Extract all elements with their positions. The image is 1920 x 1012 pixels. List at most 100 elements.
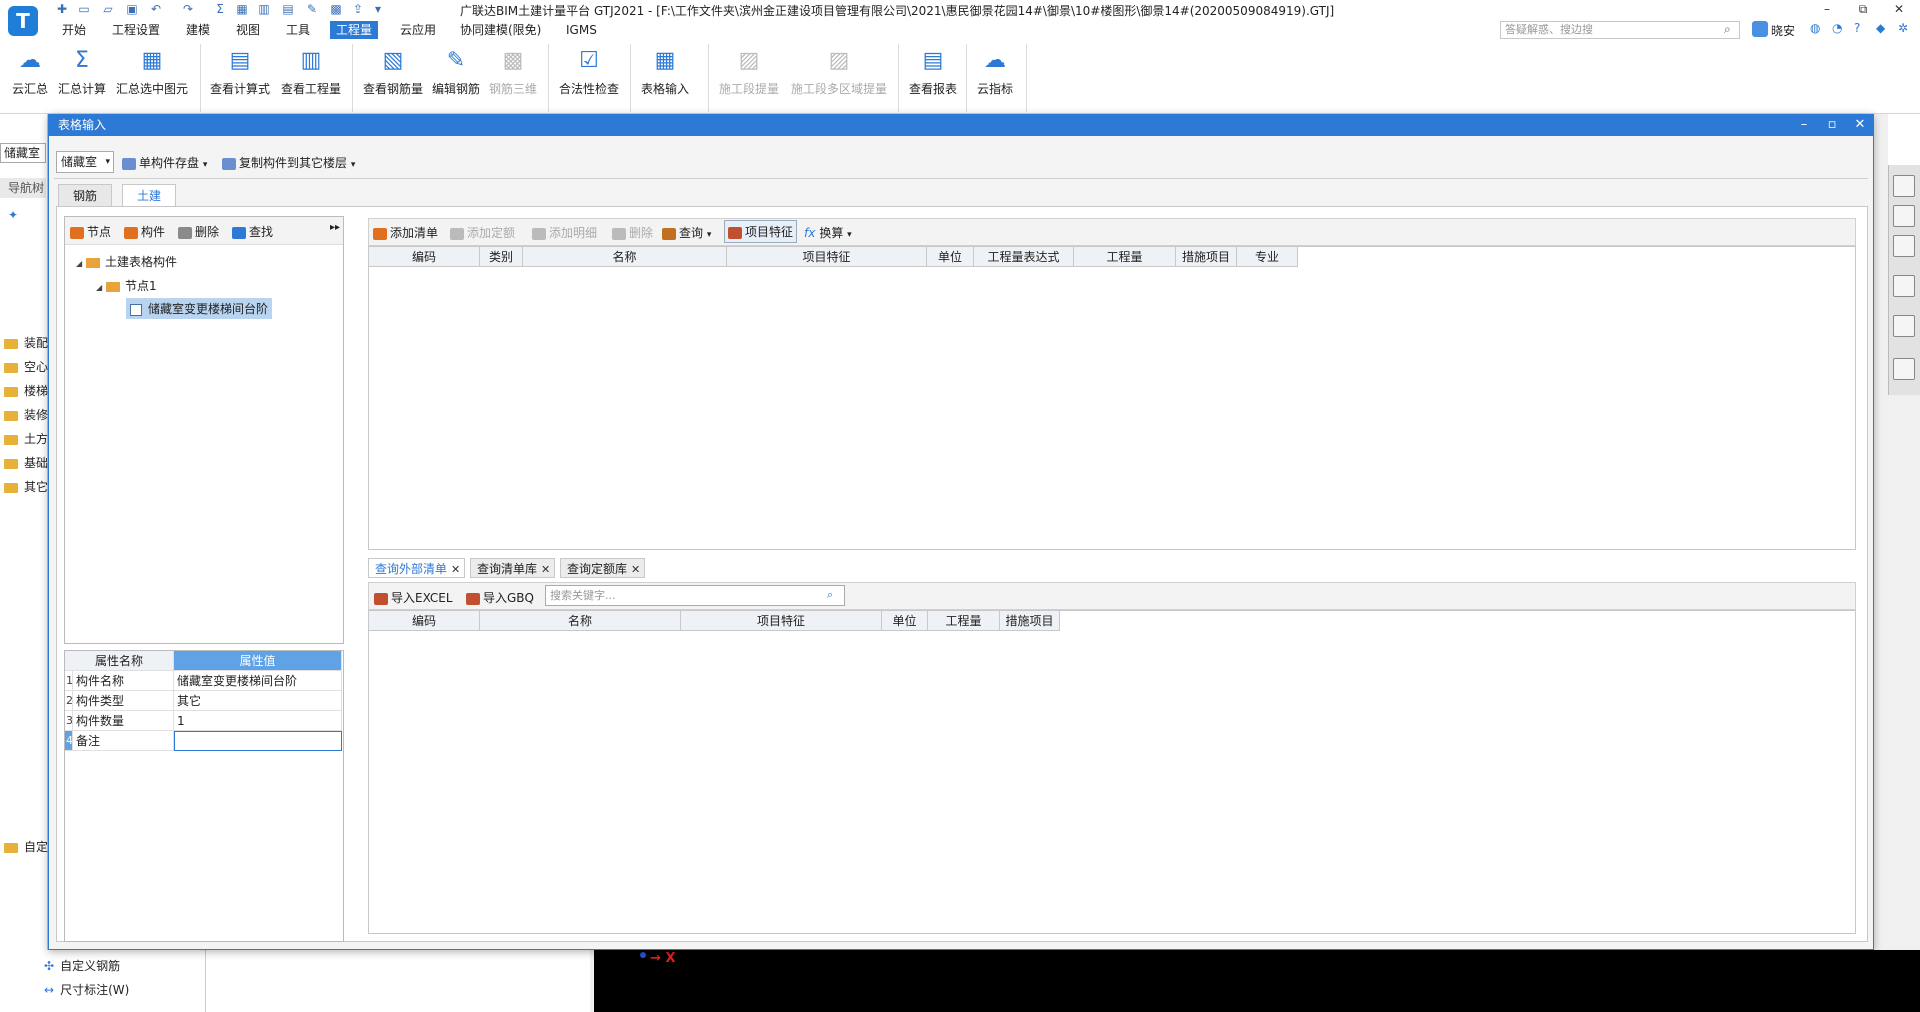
tab-external-list[interactable]: 查询外部清单 ✕ (368, 558, 466, 578)
add-detail-button[interactable]: 添加明细 (532, 224, 597, 241)
search-icon[interactable]: ⌕ (827, 588, 833, 602)
column-header[interactable]: 工程量 (928, 611, 1000, 631)
category-other[interactable]: 其它 (4, 478, 48, 495)
view-orbit-icon[interactable] (1893, 175, 1915, 197)
menu-project-settings[interactable]: 工程设置 (106, 21, 166, 39)
edit-icon[interactable]: ✎ (304, 2, 320, 16)
column-header[interactable]: 措施项目 (1000, 611, 1060, 631)
floor-selector[interactable]: 储藏室 (0, 143, 46, 163)
dialog-floor-select[interactable]: 储藏室 ▾ (56, 151, 114, 173)
pin-icon[interactable]: ✦ (8, 208, 18, 222)
column-header[interactable]: 编码 (369, 247, 480, 267)
column-header[interactable]: 类别 (480, 247, 523, 267)
minimize-button[interactable]: – (1812, 0, 1842, 20)
column-header[interactable]: 名称 (523, 247, 727, 267)
quick-access-dropdown-icon[interactable]: ▾ (370, 2, 386, 16)
column-header[interactable]: 专业 (1237, 247, 1298, 267)
category-custom[interactable]: 自定 (4, 838, 48, 855)
add-component-button[interactable]: 构件 (124, 223, 165, 240)
global-search-input[interactable]: 答疑解惑、搜边搜 (1500, 21, 1740, 39)
export-icon[interactable]: ⇪ (350, 2, 366, 16)
tab-quota-library[interactable]: 查询定额库 ✕ (560, 558, 646, 578)
custom-rebar-item[interactable]: ✣ 自定义钢筋 (44, 957, 120, 974)
new-file-icon[interactable]: ✚ (54, 2, 70, 16)
view-formula-button[interactable]: ▤ 查看计算式 (208, 46, 272, 97)
copy-to-floor-button[interactable]: 复制构件到其它楼层 ▾ (222, 154, 355, 171)
tab-list-library[interactable]: 查询清单库 ✕ (470, 558, 556, 578)
prop-value[interactable]: 1 (174, 711, 342, 731)
menu-collab-modeling[interactable]: 协同建模(限免) (454, 21, 547, 39)
prop-value[interactable]: 其它 (174, 691, 342, 711)
delete-button[interactable]: 删除 (178, 223, 219, 240)
open-folder-icon[interactable]: ▱ (100, 2, 116, 16)
tree-root[interactable]: ◢ 土建表格构件 (76, 253, 177, 270)
chat-icon[interactable]: ◍ (1810, 21, 1820, 35)
project-feature-button[interactable]: 项目特征 (724, 220, 798, 243)
tab-rebar[interactable]: 钢筋 (58, 184, 113, 206)
column-header[interactable]: 编码 (369, 611, 480, 631)
table-input-button[interactable]: ▦ 表格输入 (638, 46, 692, 97)
close-tab-icon[interactable]: ✕ (451, 563, 460, 576)
user-avatar[interactable] (1752, 21, 1768, 37)
query-button[interactable]: 查询 ▾ (662, 224, 711, 241)
summary-calc-button[interactable]: Σ 汇总计算 (56, 46, 108, 97)
view-quantity-button[interactable]: ▥ 查看工程量 (278, 46, 344, 97)
view-report-button[interactable]: ▤ 查看报表 (906, 46, 960, 97)
view-3d-icon[interactable] (1893, 235, 1915, 257)
close-button[interactable]: ✕ (1884, 0, 1914, 20)
dialog-close-button[interactable]: ✕ (1848, 114, 1872, 136)
delete-list-button[interactable]: 删除 (612, 224, 653, 241)
menu-tools[interactable]: 工具 (280, 21, 316, 39)
remarks-input[interactable] (174, 731, 342, 751)
column-header[interactable]: 名称 (480, 611, 681, 631)
column-header[interactable]: 工程量 (1074, 247, 1176, 267)
view-cube-icon[interactable] (1893, 275, 1915, 297)
headset-icon[interactable]: ◔ (1832, 21, 1842, 35)
nav-tree-tab[interactable]: 导航树 (0, 178, 46, 198)
expand-panel-icon[interactable]: ▸▸ (330, 222, 340, 233)
add-list-button[interactable]: 添加清单 (373, 224, 438, 241)
redo-icon[interactable]: ↷ (180, 2, 196, 16)
summary-selected-button[interactable]: ▦ 汇总选中图元 (114, 46, 190, 97)
edit-rebar-button[interactable]: ✎ 编辑钢筋 (430, 46, 482, 97)
find-button[interactable]: 查找 (232, 223, 273, 240)
convert-button[interactable]: fx 换算 ▾ (804, 224, 852, 241)
sum-icon[interactable]: Σ (212, 2, 228, 16)
category-hollow[interactable]: 空心 (4, 358, 48, 375)
new-doc-icon[interactable]: ▭ (76, 2, 92, 16)
keyword-search-input[interactable]: 搜索关键字... (545, 585, 845, 606)
category-assembly[interactable]: 装配 (4, 334, 48, 351)
category-foundation[interactable]: 基础 (4, 454, 48, 471)
app-logo[interactable]: T (8, 6, 38, 36)
column-header[interactable]: 项目特征 (727, 247, 927, 267)
validity-check-button[interactable]: ☑ 合法性检查 (556, 46, 622, 97)
dimension-item[interactable]: ↔ 尺寸标注(W) (44, 981, 129, 998)
settings-icon[interactable]: ✲ (1898, 21, 1908, 35)
dialog-maximize-button[interactable]: ▫ (1820, 114, 1844, 136)
tree-node-1[interactable]: ◢ 节点1 (96, 277, 157, 294)
tab-civil[interactable]: 土建 (122, 184, 177, 207)
menu-modeling[interactable]: 建模 (180, 21, 216, 39)
cloud-summary-button[interactable]: ☁ 云汇总 (10, 46, 50, 97)
dialog-minimize-button[interactable]: – (1792, 114, 1816, 136)
menu-quantities[interactable]: 工程量 (330, 21, 379, 39)
import-gbq-button[interactable]: 导入GBQ (466, 589, 534, 606)
shirt-icon[interactable]: ◆ (1876, 21, 1885, 35)
column-header[interactable]: 项目特征 (681, 611, 882, 631)
help-icon[interactable]: ? (1854, 21, 1860, 35)
column-header[interactable]: 单位 (927, 247, 974, 267)
layers-icon[interactable]: ▦ (234, 2, 250, 16)
view-2d-icon[interactable] (1893, 205, 1915, 227)
construction-section-button[interactable]: ▨ 施工段提量 (716, 46, 782, 97)
undo-icon[interactable]: ↶ (148, 2, 164, 16)
close-tab-icon[interactable]: ✕ (631, 563, 640, 576)
save-component-button[interactable]: 单构件存盘 ▾ (122, 154, 207, 171)
rotate-icon[interactable] (1893, 315, 1915, 337)
prop-value[interactable]: 储藏室变更楼梯间台阶 (174, 671, 342, 691)
add-node-button[interactable]: 节点 (70, 223, 111, 240)
menu-start[interactable]: 开始 (56, 21, 92, 39)
rebar-icon[interactable]: ▩ (328, 2, 344, 16)
column-header[interactable]: 单位 (882, 611, 928, 631)
multi-region-section-button[interactable]: ▨ 施工段多区域提量 (786, 46, 892, 97)
drawing-canvas[interactable] (594, 950, 1920, 1012)
